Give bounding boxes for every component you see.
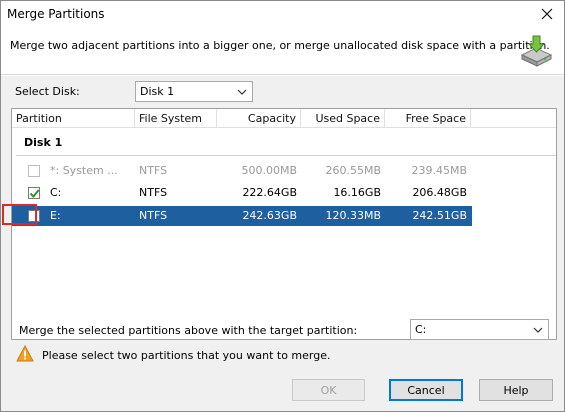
cell-used-space: 120.33MB [325,209,381,222]
partition-checkbox[interactable] [28,210,40,222]
cell-free-space: 239.45MB [411,164,467,177]
cell-partition: C: [50,186,62,199]
column-header-partition[interactable]: Partition [12,109,135,128]
cell-used-space: 16.16GB [333,186,381,199]
ok-button[interactable]: OK [292,379,365,401]
close-icon [541,8,553,20]
window-title: Merge Partitions [7,7,105,21]
checkmark-icon [29,189,40,199]
partition-table: Partition File System Capacity Used Spac… [11,108,557,340]
partition-row-system[interactable]: *: System ... NTFS 500.00MB 260.55MB 239… [12,161,472,181]
header-panel: Merge two adjacent partitions into a big… [1,29,564,75]
cell-capacity: 500.00MB [241,164,297,177]
disk-select[interactable]: Disk 1 [135,81,253,102]
column-header-capacity[interactable]: Capacity [217,109,301,128]
cell-capacity: 242.63GB [242,209,297,222]
partition-row-c[interactable]: C: NTFS 222.64GB 16.16GB 206.48GB [12,183,472,203]
group-divider [16,155,556,156]
merge-partitions-dialog: Merge Partitions Merge two adjacent part… [0,0,565,412]
disk-group-row: Disk 1 [12,128,556,156]
header-description: Merge two adjacent partitions into a big… [10,39,550,52]
select-disk-label: Select Disk: [15,85,80,98]
disk-select-value: Disk 1 [140,85,175,98]
close-button[interactable] [534,3,560,25]
cell-used-space: 260.55MB [325,164,381,177]
cell-file-system: NTFS [139,164,168,177]
column-header-free-space[interactable]: Free Space [385,109,471,128]
warning-icon [16,345,34,362]
cancel-button[interactable]: Cancel [389,379,463,401]
column-header-used-space[interactable]: Used Space [301,109,385,128]
table-header: Partition File System Capacity Used Spac… [12,109,556,128]
merge-disk-icon [520,35,553,67]
cell-file-system: NTFS [139,186,168,199]
merge-target-label: Merge the selected partitions above with… [19,324,358,337]
cell-free-space: 206.48GB [412,186,467,199]
disk-group-label: Disk 1 [24,136,63,149]
body-panel: Select Disk: Disk 1 Partition File Syste… [1,76,564,411]
partition-checkbox[interactable] [28,187,40,199]
title-bar: Merge Partitions [1,1,564,29]
chevron-down-icon [237,89,247,95]
help-button[interactable]: Help [479,379,553,401]
target-partition-value: C: [415,323,427,336]
column-header-file-system[interactable]: File System [135,109,217,128]
cell-file-system: NTFS [139,209,168,222]
partition-row-e[interactable]: E: NTFS 242.63GB 120.33MB 242.51GB [12,206,472,226]
chevron-down-icon [533,327,543,333]
target-partition-select[interactable]: C: [410,319,549,340]
partition-checkbox[interactable] [28,165,40,177]
warning-message: Please select two partitions that you wa… [42,349,331,362]
cell-capacity: 222.64GB [242,186,297,199]
cell-partition: E: [50,209,61,222]
cell-partition: *: System ... [50,164,118,177]
cell-free-space: 242.51GB [412,209,467,222]
